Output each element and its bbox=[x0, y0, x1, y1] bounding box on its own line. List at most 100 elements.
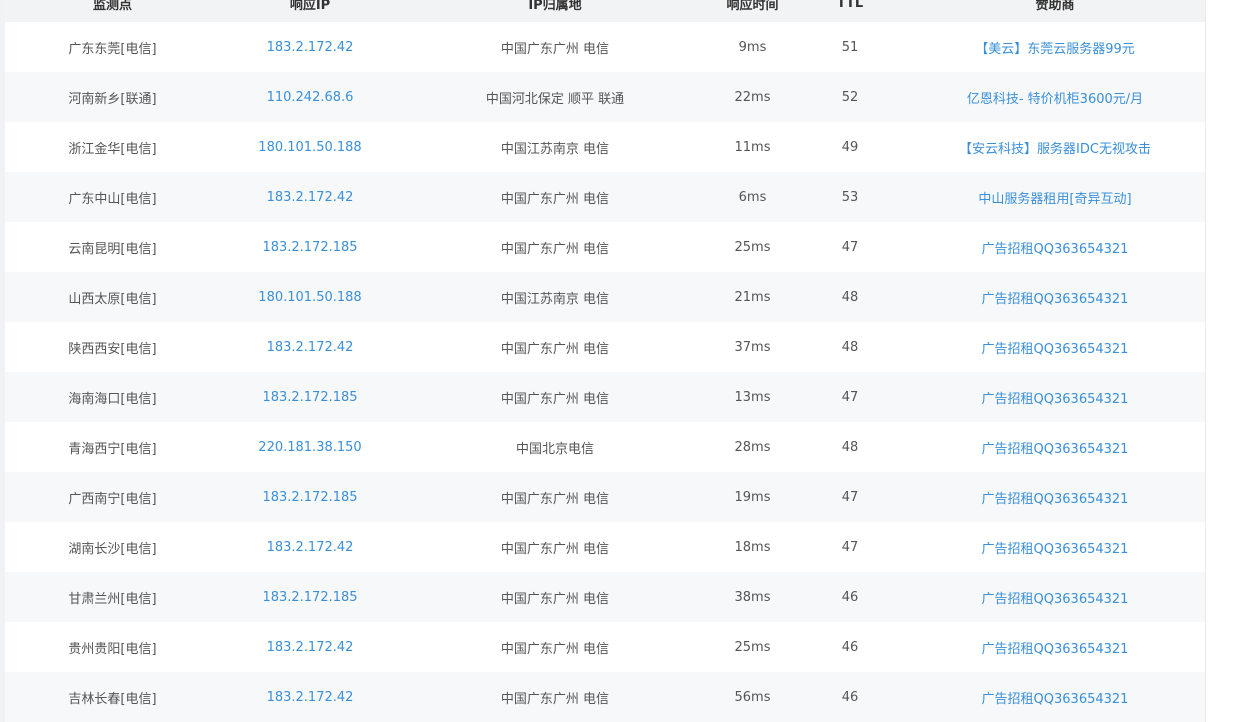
location-cell: 中国江苏南京 电信 bbox=[400, 272, 710, 322]
node-cell: 陕西西安[电信] bbox=[68, 341, 157, 357]
ttl-cell: 52 bbox=[795, 72, 905, 122]
ip-link[interactable]: 183.2.172.185 bbox=[262, 590, 357, 605]
ttl-cell: 48 bbox=[795, 322, 905, 372]
table-row: 云南昆明[电信] 183.2.172.185 中国广东广州 电信 25ms 47 广告招租… bbox=[5, 222, 1205, 272]
ip-link[interactable]: 183.2.172.42 bbox=[267, 340, 354, 355]
node-cell: 海南海口[电信] bbox=[5, 372, 220, 422]
sponsor-link[interactable]: 亿恩科技- 特价机柜3600元/月 bbox=[967, 92, 1143, 107]
ttl-cell: 51 bbox=[795, 22, 905, 72]
table-row: 湖南长沙[电信] 183.2.172.42 中国广东广州 电信 18ms 47 广告招租Q… bbox=[5, 522, 1205, 572]
ip-link[interactable]: 180.101.50.188 bbox=[258, 290, 361, 305]
sponsor-link[interactable]: 中山服务器租用[奇异互动] bbox=[978, 192, 1131, 207]
location-cell: 中国广东广州 电信 bbox=[500, 241, 610, 257]
header-ip: 响应IP bbox=[220, 0, 400, 22]
location-cell: 中国河北保定 顺平 联通 bbox=[485, 91, 625, 107]
ip-cell: 183.2.172.42 bbox=[220, 172, 400, 222]
sponsor-link[interactable]: 广告招租QQ363654321 bbox=[982, 642, 1129, 657]
response-time-cell: 19ms bbox=[710, 472, 795, 522]
ip-cell: 180.101.50.188 bbox=[220, 272, 400, 322]
ttl-cell: 46 bbox=[795, 572, 905, 622]
ip-link[interactable]: 183.2.172.42 bbox=[267, 190, 354, 205]
response-time-cell: 11ms bbox=[734, 139, 771, 155]
table-row: 贵州贵阳[电信] 183.2.172.42 中国广东广州 电信 25ms 46 广告招租Q… bbox=[5, 622, 1205, 672]
ip-link[interactable]: 183.2.172.185 bbox=[262, 490, 357, 505]
page-right-edge bbox=[1205, 0, 1250, 722]
header-sponsor: 赞助商 bbox=[905, 0, 1205, 22]
ip-cell: 183.2.172.185 bbox=[220, 372, 400, 422]
location-cell: 中国广东广州 电信 bbox=[500, 341, 610, 357]
ip-cell: 110.242.68.6 bbox=[220, 72, 400, 122]
sponsor-link[interactable]: 【安云科技】服务器IDC无视攻击 bbox=[959, 142, 1151, 157]
location-cell: 中国江苏南京 电信 bbox=[400, 122, 710, 172]
ip-cell: 183.2.172.42 bbox=[220, 672, 400, 722]
node-cell: 浙江金华[电信] bbox=[5, 122, 220, 172]
response-time-cell: 11ms bbox=[710, 122, 795, 172]
sponsor-link[interactable]: 广告招租QQ363654321 bbox=[982, 592, 1129, 607]
response-time-cell: 37ms bbox=[710, 322, 795, 372]
response-time-cell: 6ms bbox=[710, 172, 795, 222]
node-cell: 广西南宁[电信] bbox=[68, 491, 157, 507]
ip-cell: 183.2.172.185 bbox=[220, 222, 400, 272]
sponsor-cell: 广告招租QQ363654321 bbox=[905, 272, 1205, 322]
sponsor-link[interactable]: 广告招租QQ363654321 bbox=[982, 542, 1129, 557]
header-time: 响应时间 bbox=[710, 0, 795, 22]
sponsor-link[interactable]: 广告招租QQ363654321 bbox=[982, 442, 1129, 457]
ip-link[interactable]: 183.2.172.42 bbox=[267, 690, 354, 705]
sponsor-link[interactable]: 广告招租QQ363654321 bbox=[982, 342, 1129, 357]
location-cell: 中国广东广州 电信 bbox=[500, 641, 610, 657]
ip-link[interactable]: 180.101.50.188 bbox=[258, 140, 361, 155]
ip-link[interactable]: 220.181.38.150 bbox=[258, 440, 361, 455]
ip-cell: 183.2.172.185 bbox=[220, 472, 400, 522]
sponsor-cell: 广告招租QQ363654321 bbox=[905, 372, 1205, 422]
response-time-cell: 25ms bbox=[734, 239, 771, 255]
response-time-cell: 9ms bbox=[710, 22, 795, 72]
sponsor-link[interactable]: 【美云】东莞云服务器99元 bbox=[975, 42, 1135, 57]
ip-link[interactable]: 183.2.172.42 bbox=[267, 40, 354, 55]
node-cell: 青海西宁[电信] bbox=[5, 422, 220, 472]
sponsor-link[interactable]: 广告招租QQ363654321 bbox=[982, 242, 1129, 257]
response-time-cell: 22ms bbox=[734, 89, 771, 105]
ip-cell: 220.181.38.150 bbox=[220, 422, 400, 472]
ip-link[interactable]: 110.242.68.6 bbox=[267, 90, 354, 105]
ip-link[interactable]: 183.2.172.185 bbox=[262, 240, 357, 255]
ttl-cell: 49 bbox=[841, 139, 859, 155]
response-time-cell: 6ms bbox=[738, 189, 767, 205]
table-row: 广东东莞[电信] 183.2.172.42 中国广东广州 电信 9ms 51 【美云】东莞… bbox=[5, 22, 1205, 72]
ip-cell: 183.2.172.42 bbox=[220, 622, 400, 672]
sponsor-link[interactable]: 广告招租QQ363654321 bbox=[982, 292, 1129, 307]
header-ttl: TTL bbox=[795, 0, 905, 22]
ip-link[interactable]: 183.2.172.185 bbox=[262, 390, 357, 405]
sponsor-cell: 亿恩科技- 特价机柜3600元/月 bbox=[905, 72, 1205, 122]
node-cell: 山西太原[电信] bbox=[68, 291, 157, 307]
location-cell: 中国广东广州 电信 bbox=[400, 622, 710, 672]
ping-results-table: 监测点 响应IP IP归属地 响应时间 TTL 赞助商 广东东莞[电信] 183.… bbox=[5, 0, 1205, 722]
ttl-cell: 47 bbox=[795, 372, 905, 422]
sponsor-link[interactable]: 广告招租QQ363654321 bbox=[982, 392, 1129, 407]
ip-link[interactable]: 183.2.172.42 bbox=[267, 540, 354, 555]
table-row: 山西太原[电信] 180.101.50.188 中国江苏南京 电信 21ms 48 广告招… bbox=[5, 272, 1205, 322]
location-cell: 中国北京电信 bbox=[400, 422, 710, 472]
ttl-cell: 52 bbox=[841, 89, 859, 105]
response-time-cell: 37ms bbox=[734, 339, 771, 355]
sponsor-link[interactable]: 广告招租QQ363654321 bbox=[982, 492, 1129, 507]
location-cell: 中国广东广州 电信 bbox=[400, 322, 710, 372]
sponsor-cell: 广告招租QQ363654321 bbox=[905, 622, 1205, 672]
ttl-cell: 48 bbox=[795, 422, 905, 472]
ttl-cell: 46 bbox=[841, 589, 859, 605]
sponsor-link[interactable]: 广告招租QQ363654321 bbox=[982, 692, 1129, 707]
response-time-cell: 56ms bbox=[734, 689, 771, 705]
ttl-cell: 47 bbox=[841, 389, 859, 405]
node-cell: 广东东莞[电信] bbox=[68, 41, 157, 57]
location-cell: 中国广东广州 电信 bbox=[400, 672, 710, 722]
location-cell: 中国河北保定 顺平 联通 bbox=[400, 72, 710, 122]
response-time-cell: 21ms bbox=[734, 289, 771, 305]
node-cell: 广东东莞[电信] bbox=[5, 22, 220, 72]
ttl-cell: 53 bbox=[841, 189, 859, 205]
table-body: 广东东莞[电信] 183.2.172.42 中国广东广州 电信 9ms 51 【美云】东莞… bbox=[5, 22, 1205, 722]
location-cell: 中国广东广州 电信 bbox=[500, 391, 610, 407]
ip-link[interactable]: 183.2.172.42 bbox=[267, 640, 354, 655]
node-cell: 吉林长春[电信] bbox=[5, 672, 220, 722]
response-time-cell: 18ms bbox=[710, 522, 795, 572]
response-time-cell: 28ms bbox=[734, 439, 771, 455]
table-row: 吉林长春[电信] 183.2.172.42 中国广东广州 电信 56ms 46 广告招租Q… bbox=[5, 672, 1205, 722]
